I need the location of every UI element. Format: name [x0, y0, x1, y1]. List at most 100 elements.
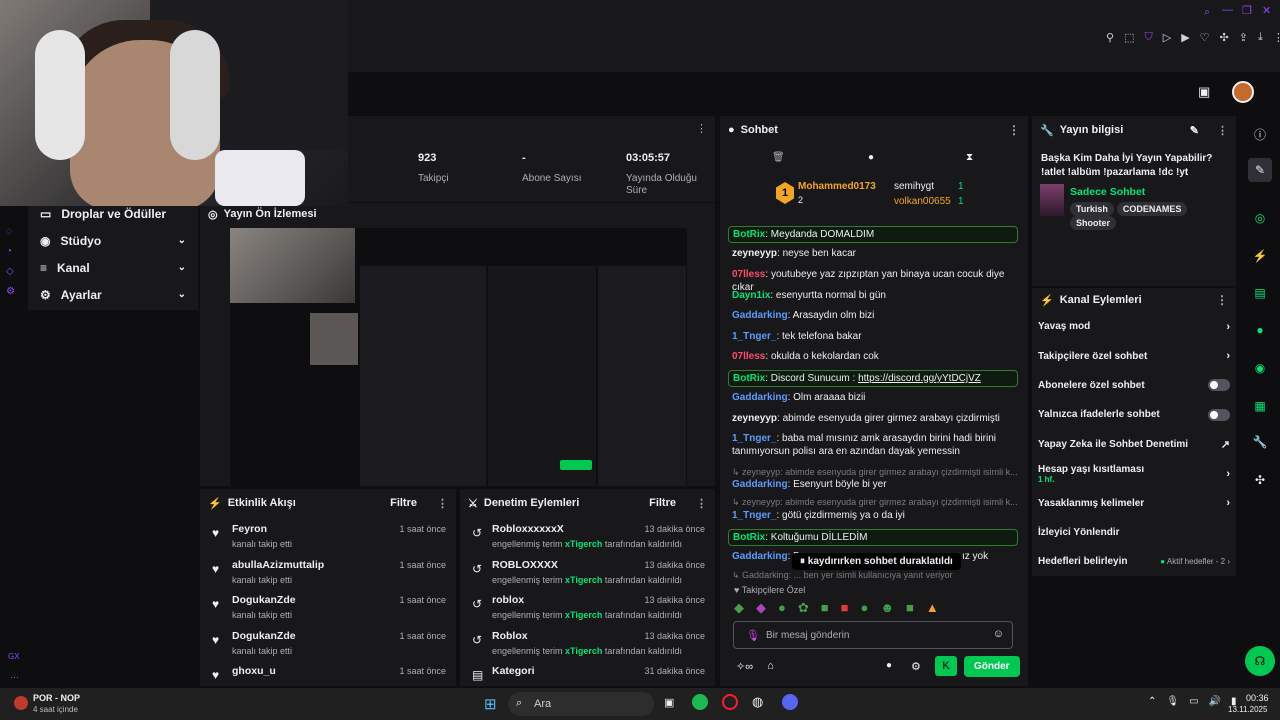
emote-icon[interactable]: ■ [841, 600, 849, 616]
emote-icon[interactable]: ✿ [798, 600, 809, 616]
emote-toggle[interactable] [1208, 408, 1230, 421]
volume-icon[interactable]: 🔊 [1209, 696, 1221, 707]
restore-icon[interactable]: ❐ [1242, 4, 1252, 17]
chat-bubble-icon[interactable]: ◔ [6, 246, 15, 257]
gx-icon[interactable]: GX [8, 652, 20, 661]
emote-icon[interactable]: ☻ [880, 600, 894, 616]
clock-date[interactable]: 13.11.2025 [1228, 705, 1267, 714]
kebab-icon[interactable]: ⋮ [696, 122, 707, 135]
chat-message[interactable]: Gaddarking: Olm araaaa bizii [732, 391, 1018, 404]
search-icon[interactable]: ⌕ [1204, 6, 1210, 19]
emote-icon[interactable]: ● [860, 600, 868, 616]
kebab-icon[interactable]: ⋮ [1217, 124, 1228, 137]
pencil-icon[interactable]: ✎ [1248, 158, 1272, 182]
tag[interactable]: Shooter [1070, 216, 1117, 230]
play-icon[interactable]: ▷ [1163, 31, 1171, 44]
activity-row[interactable]: ♥ DogukanZde kanalı takip etti 1 saat önce [200, 588, 456, 624]
emote-icon[interactable]: ■ [906, 600, 914, 616]
discord-icon[interactable] [782, 694, 798, 710]
stream-preview-video[interactable] [230, 228, 687, 486]
document-icon[interactable]: ▤ [1248, 281, 1272, 305]
chat-username[interactable]: 07lless [732, 269, 765, 280]
mod-row[interactable]: ↺ Roblox engellenmiş terim xTigerch tarafı… [460, 624, 715, 660]
player-icon[interactable]: ▶ [1181, 31, 1189, 44]
activity-row[interactable]: ♥ abullaAzizmuttalip kanalı takip etti 1 sa… [200, 553, 456, 589]
chat-username[interactable]: zeyneyyp [732, 413, 777, 424]
action-goals[interactable]: Hedefleri belirleyin ● Aktif hedefler - 2… [1032, 547, 1236, 576]
store-icon[interactable]: ⌂ [767, 660, 774, 673]
chat-input[interactable]: 🎙 Bir mesaj gönderin ☺ [733, 621, 1013, 649]
emoji-icon[interactable]: ☺ [993, 628, 1004, 640]
nav-channel[interactable]: ≡ Kanal ⌄ [28, 254, 198, 281]
spotify-icon[interactable] [692, 694, 708, 710]
apps-icon[interactable]: ✣ [1248, 468, 1272, 492]
chat-paused-banner[interactable]: ⏸ kaydırırken sohbet duraklatıldı [792, 553, 961, 570]
chat-username[interactable]: 1_Tnger_ [732, 331, 776, 342]
mod-row[interactable]: ↺ roblox engellenmiş terim xTigerch tarafı… [460, 588, 715, 624]
chat-message[interactable]: zeyneyyp: abimde esenyuda girer girmez a… [732, 412, 1018, 425]
chat-username[interactable]: zeyneyyp [732, 248, 777, 259]
share-icon[interactable]: ⇪ [1239, 31, 1248, 44]
action-account-age[interactable]: Hesap yaşı kısıtlaması 1 hf. › [1032, 459, 1236, 488]
bolt-icon[interactable]: ⚡ [1248, 244, 1272, 268]
chat-reply-context[interactable]: ↳ zeyneyyp: abimde esenyuda girer girmez… [732, 496, 1018, 509]
kebab-icon[interactable]: ⋮ [1008, 123, 1020, 137]
more-icon[interactable]: ⋯ [10, 672, 19, 683]
download-icon[interactable]: ⤓ [1258, 31, 1263, 44]
action-host[interactable]: İzleyici Yönlendir [1032, 518, 1236, 547]
activity-row[interactable]: ♥ DogukanZde kanalı takip etti 1 saat önce [200, 624, 456, 660]
leader-third[interactable]: volkan00655 [894, 196, 951, 207]
tag[interactable]: CODENAMES [1116, 202, 1188, 216]
kebab-icon[interactable]: ⋮ [437, 497, 448, 510]
chat-bubble-icon[interactable]: ● [868, 152, 874, 163]
kebab-icon[interactable]: ⋮ [1216, 293, 1228, 307]
chat-message[interactable]: Gaddarking: Esenyurt böyle bi yer [732, 478, 1018, 491]
info-icon[interactable]: ⓘ [1248, 122, 1272, 146]
hourglass-icon[interactable]: ⧗ [966, 152, 973, 163]
chat-message[interactable]: Gaddarking: Arasaydın olm bizi [732, 309, 1018, 322]
chat-username[interactable]: Gaddarking [732, 310, 788, 321]
target-icon[interactable]: ◎ [1248, 206, 1272, 230]
chat-message[interactable]: zeyneyyp: neyse ben kacar [732, 247, 1018, 260]
chat-message[interactable]: 1_Tnger_: götü çizdirmemiş ya o da iyi [732, 509, 1018, 522]
steam-icon[interactable]: ◍ [752, 694, 763, 710]
send-button[interactable]: Gönder [964, 656, 1020, 677]
chat-message[interactable]: BotRix: Koltuğumu DİLLEDİM [728, 529, 1018, 546]
chat-bubble-icon[interactable]: ● [886, 660, 892, 671]
chat-message[interactable]: 1_Tnger_: tek telefona bakar [732, 330, 1018, 343]
mic-icon[interactable]: 🎙 [746, 629, 760, 642]
category-name[interactable]: Sadece Sohbet [1070, 186, 1145, 198]
chat-message[interactable]: Dayn1ix: esenyurtta normal bi gün [732, 289, 1018, 302]
activity-row[interactable]: ♥ Feyron kanalı takip etti 1 saat önce [200, 517, 456, 553]
action-slow-mode[interactable]: Yavaş mod › [1032, 312, 1236, 341]
avatar[interactable] [1232, 81, 1254, 103]
chat-username[interactable]: BotRix [733, 373, 765, 384]
chat-username[interactable]: BotRix [733, 229, 765, 240]
windows-start-icon[interactable]: ⊞ [484, 695, 497, 713]
action-subs-chat[interactable]: Abonelere özel sohbet [1032, 371, 1236, 400]
filter-button[interactable]: Filtre [390, 497, 417, 509]
leader-second[interactable]: semihygt [894, 181, 934, 192]
chat-link[interactable]: https://discord.gg/yYtDCjVZ [858, 373, 981, 384]
close-icon[interactable]: ✕ [1262, 4, 1271, 17]
chat-message[interactable]: BotRix: Discord Sunucum : https://discor… [728, 370, 1018, 387]
action-followers-chat[interactable]: Takipçilere özel sohbet › [1032, 341, 1236, 370]
subs-toggle[interactable] [1208, 379, 1230, 392]
stream-app-icon[interactable] [14, 696, 28, 710]
leader-first[interactable]: Mohammed0173 [798, 181, 876, 192]
chat-username[interactable]: Gaddarking [732, 479, 788, 490]
chat-username[interactable]: 1_Tnger_ [732, 433, 776, 444]
emote-icon[interactable]: ▲ [926, 600, 939, 616]
nav-settings[interactable]: ⚙ Ayarlar ⌄ [28, 281, 198, 308]
chat-username[interactable]: 07lless [732, 351, 765, 362]
minimize-icon[interactable]: — [1222, 4, 1233, 16]
action-ai-moderation[interactable]: Yapay Zeka ile Sohbet Denetimi ↗ [1032, 430, 1236, 459]
chat-message[interactable]: 1_Tnger_: baba mal mısınız amk arasaydın… [732, 432, 1018, 458]
emote-icon[interactable]: ● [778, 600, 786, 616]
kick-logo-icon[interactable]: K [935, 656, 957, 676]
display-icon[interactable]: ▭ [1189, 696, 1198, 707]
chat-username[interactable]: Dayn1ix [732, 290, 770, 301]
shield-small-icon[interactable]: ◇ [6, 266, 15, 277]
chat-message[interactable]: BotRix: Meydanda DOMALDIM [728, 226, 1018, 243]
chat-username[interactable]: BotRix [733, 532, 765, 543]
